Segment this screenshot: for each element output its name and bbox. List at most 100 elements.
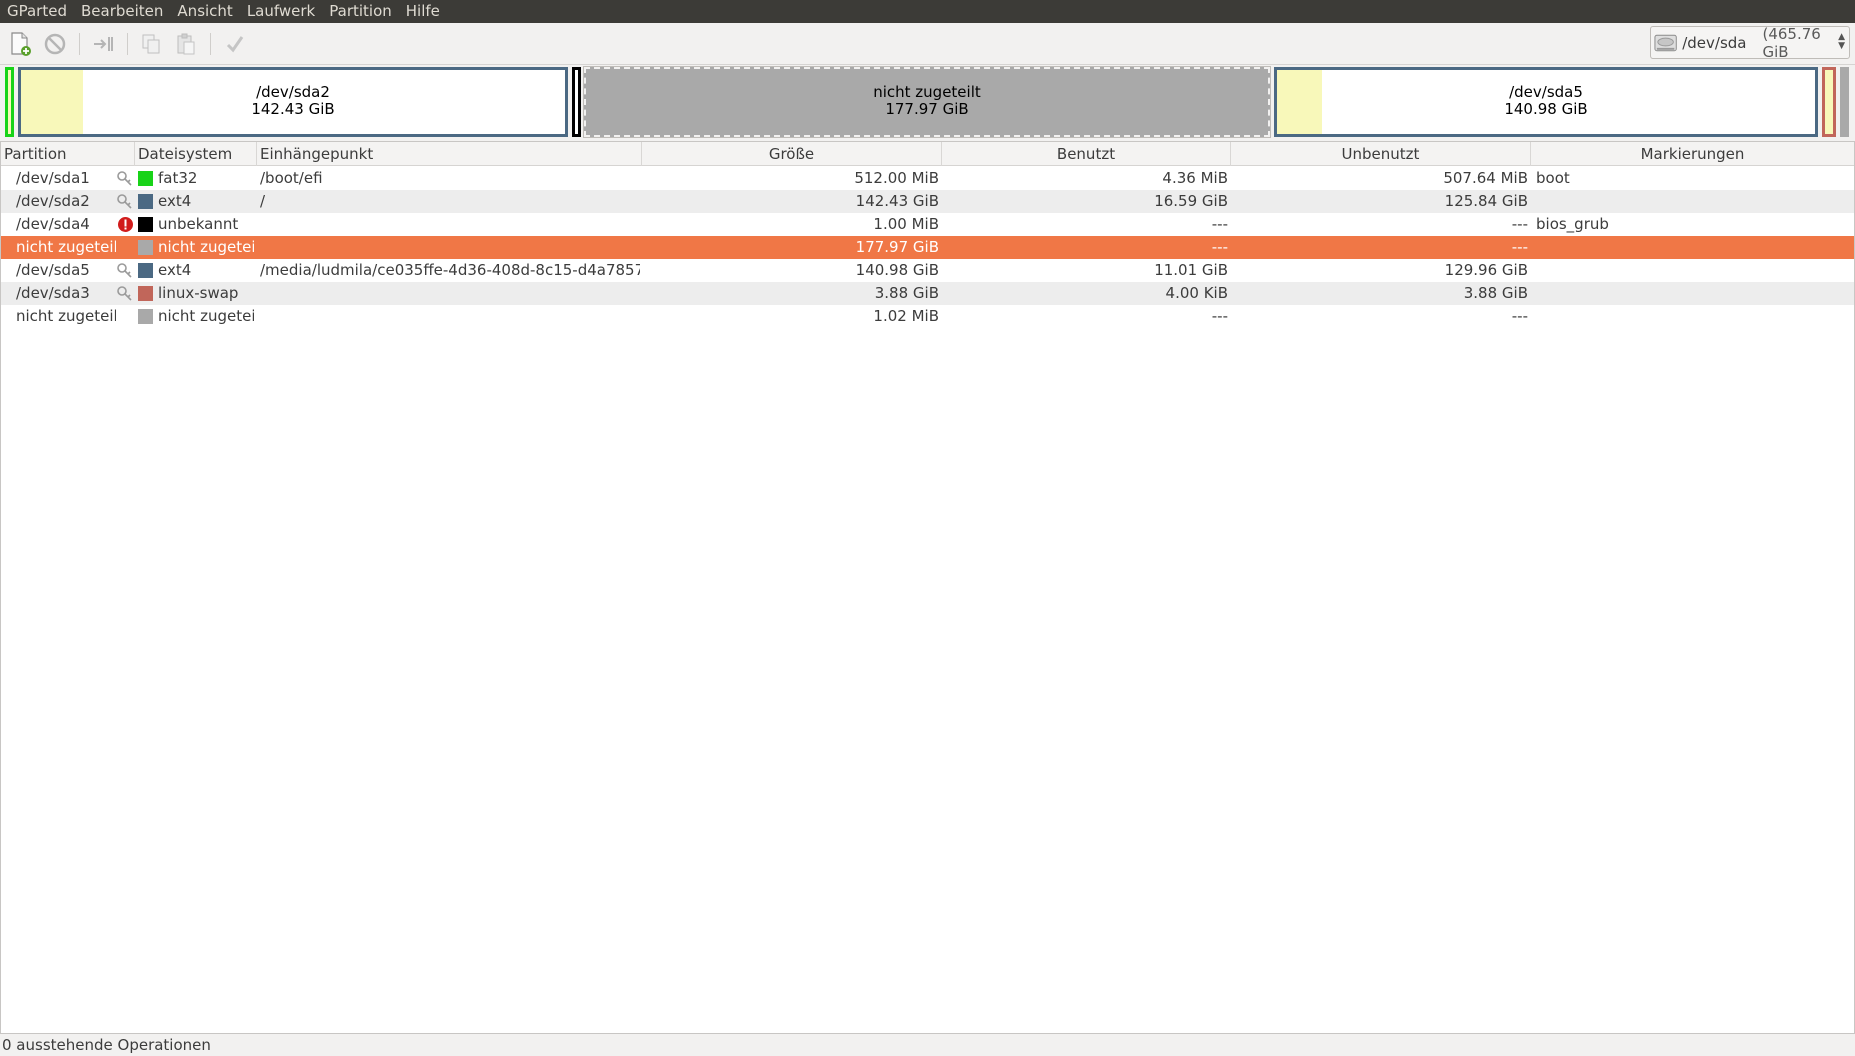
table-row[interactable]: nicht zugeteilt nicht zugeteilt 1.02 MiB… <box>1 305 1854 328</box>
paste-icon <box>177 33 195 55</box>
partmap-unallocated-2[interactable] <box>1840 67 1849 137</box>
resize-move-button[interactable] <box>88 29 118 59</box>
cell-flags <box>1536 190 1836 213</box>
cell-size: 1.02 MiB <box>873 307 939 325</box>
menu-ansicht[interactable]: Ansicht <box>170 0 239 23</box>
fs-color-swatch <box>138 217 153 232</box>
partmap-sda2-name: /dev/sda2 <box>256 83 330 101</box>
header-flags[interactable]: Markierungen <box>1531 142 1854 166</box>
spin-arrows-icon: ▲ ▼ <box>1838 32 1845 51</box>
header-unused[interactable]: Unbenutzt <box>1231 142 1531 166</box>
fs-color-swatch <box>138 309 153 324</box>
table-row[interactable]: /dev/sda3 linux-swap 3.88 GiB 4.00 KiB 3… <box>1 282 1854 305</box>
error-icon <box>118 217 133 232</box>
cell-unused: 129.96 GiB <box>1444 261 1528 279</box>
cell-filesystem: unbekannt <box>158 215 239 233</box>
cell-size: 3.88 GiB <box>874 284 939 302</box>
key-icon <box>117 286 132 301</box>
forbidden-icon <box>44 33 66 55</box>
cell-size: 1.00 MiB <box>873 215 939 233</box>
menu-partition[interactable]: Partition <box>322 0 399 23</box>
cell-size: 512.00 MiB <box>854 169 939 187</box>
table-header: Partition Dateisystem Einhängepunkt Größ… <box>1 142 1854 166</box>
toolbar-separator <box>210 33 211 55</box>
menu-bearbeiten[interactable]: Bearbeiten <box>74 0 170 23</box>
partmap-sda2[interactable]: /dev/sda2 142.43 GiB <box>18 67 568 137</box>
cell-filesystem: nicht zugeteilt <box>158 307 254 325</box>
partmap-sda5-size: 140.98 GiB <box>1504 100 1588 118</box>
partmap-sda1[interactable] <box>5 67 14 137</box>
menu-gparted[interactable]: GParted <box>0 0 74 23</box>
header-filesystem[interactable]: Dateisystem <box>135 142 257 166</box>
cell-used: --- <box>1211 307 1228 325</box>
cell-mountpoint: / <box>260 192 266 210</box>
header-mountpoint[interactable]: Einhängepunkt <box>257 142 642 166</box>
cell-used: 11.01 GiB <box>1154 261 1228 279</box>
cell-partition: /dev/sda1 <box>16 169 90 187</box>
cell-filesystem: fat32 <box>158 169 198 187</box>
apply-button[interactable] <box>220 29 250 59</box>
cell-partition: /dev/sda3 <box>16 284 90 302</box>
paste-button[interactable] <box>171 29 201 59</box>
cell-mountpoint <box>260 236 640 259</box>
partmap-unallocated-size: 177.97 GiB <box>885 100 969 118</box>
cell-unused: --- <box>1511 238 1528 256</box>
header-used[interactable]: Benutzt <box>942 142 1231 166</box>
new-partition-button[interactable] <box>5 29 35 59</box>
menu-laufwerk[interactable]: Laufwerk <box>240 0 322 23</box>
cell-unused: 507.64 MiB <box>1443 169 1528 187</box>
fs-color-swatch <box>138 171 153 186</box>
table-row[interactable]: /dev/sda2 ext4 / 142.43 GiB 16.59 GiB 12… <box>1 190 1854 213</box>
partmap-unallocated[interactable]: nicht zugeteilt 177.97 GiB <box>583 66 1271 138</box>
partmap-sda4[interactable] <box>572 67 581 137</box>
table-row[interactable]: /dev/sda1 fat32 /boot/efi 512.00 MiB 4.3… <box>1 167 1854 190</box>
cell-flags: boot <box>1536 169 1570 187</box>
cell-unused: 125.84 GiB <box>1444 192 1528 210</box>
partmap-sda5-name: /dev/sda5 <box>1509 83 1583 101</box>
header-partition[interactable]: Partition <box>1 142 135 166</box>
cell-size: 142.43 GiB <box>855 192 939 210</box>
cell-used: 4.36 MiB <box>1162 169 1228 187</box>
cell-partition: /dev/sda5 <box>16 261 90 279</box>
device-size: (465.76 GiB <box>1762 24 1821 61</box>
cell-used: --- <box>1211 215 1228 233</box>
cell-size: 140.98 GiB <box>855 261 939 279</box>
harddisk-icon <box>1654 34 1677 51</box>
header-size[interactable]: Größe <box>642 142 942 166</box>
cell-filesystem: ext4 <box>158 261 192 279</box>
delete-button[interactable] <box>40 29 70 59</box>
copy-button[interactable] <box>136 29 166 59</box>
partmap-sda3[interactable] <box>1822 67 1836 137</box>
cell-flags <box>1536 236 1836 259</box>
cell-flags <box>1536 282 1836 305</box>
partition-table: Partition Dateisystem Einhängepunkt Größ… <box>0 141 1855 1034</box>
table-row[interactable]: /dev/sda4 unbekannt 1.00 MiB --- --- bio… <box>1 213 1854 236</box>
key-icon <box>117 263 132 278</box>
cell-size: 177.97 GiB <box>855 238 939 256</box>
statusbar: 0 ausstehende Operationen <box>0 1034 1855 1056</box>
cell-mountpoint <box>260 305 640 328</box>
cell-partition: /dev/sda4 <box>16 215 90 233</box>
cell-used: --- <box>1211 238 1228 256</box>
cell-partition: nicht zugeteilt <box>16 307 116 325</box>
toolbar-separator <box>79 33 80 55</box>
cell-mountpoint <box>260 282 640 305</box>
cell-partition: /dev/sda2 <box>16 192 90 210</box>
cell-flags: bios_grub <box>1536 215 1609 233</box>
table-row[interactable]: /dev/sda5 ext4 /media/ludmila/ce035ffe-4… <box>1 259 1854 282</box>
key-icon <box>117 194 132 209</box>
cell-unused: --- <box>1511 307 1528 325</box>
cell-flags <box>1536 259 1836 282</box>
fs-color-swatch <box>138 263 153 278</box>
cell-flags <box>1536 305 1836 328</box>
partmap-sda5[interactable]: /dev/sda5 140.98 GiB <box>1274 67 1818 137</box>
toolbar <box>0 23 1855 65</box>
table-row-selected[interactable]: nicht zugeteilt nicht zugeteilt 177.97 G… <box>1 236 1854 259</box>
menu-hilfe[interactable]: Hilfe <box>399 0 447 23</box>
key-icon <box>117 171 132 186</box>
fs-color-swatch <box>138 194 153 209</box>
menubar: GParted Bearbeiten Ansicht Laufwerk Part… <box>0 0 1855 23</box>
cell-filesystem: nicht zugeteilt <box>158 238 254 256</box>
device-selector[interactable]: /dev/sda (465.76 GiB ▲ ▼ <box>1650 24 1850 61</box>
copy-icon <box>142 34 160 54</box>
